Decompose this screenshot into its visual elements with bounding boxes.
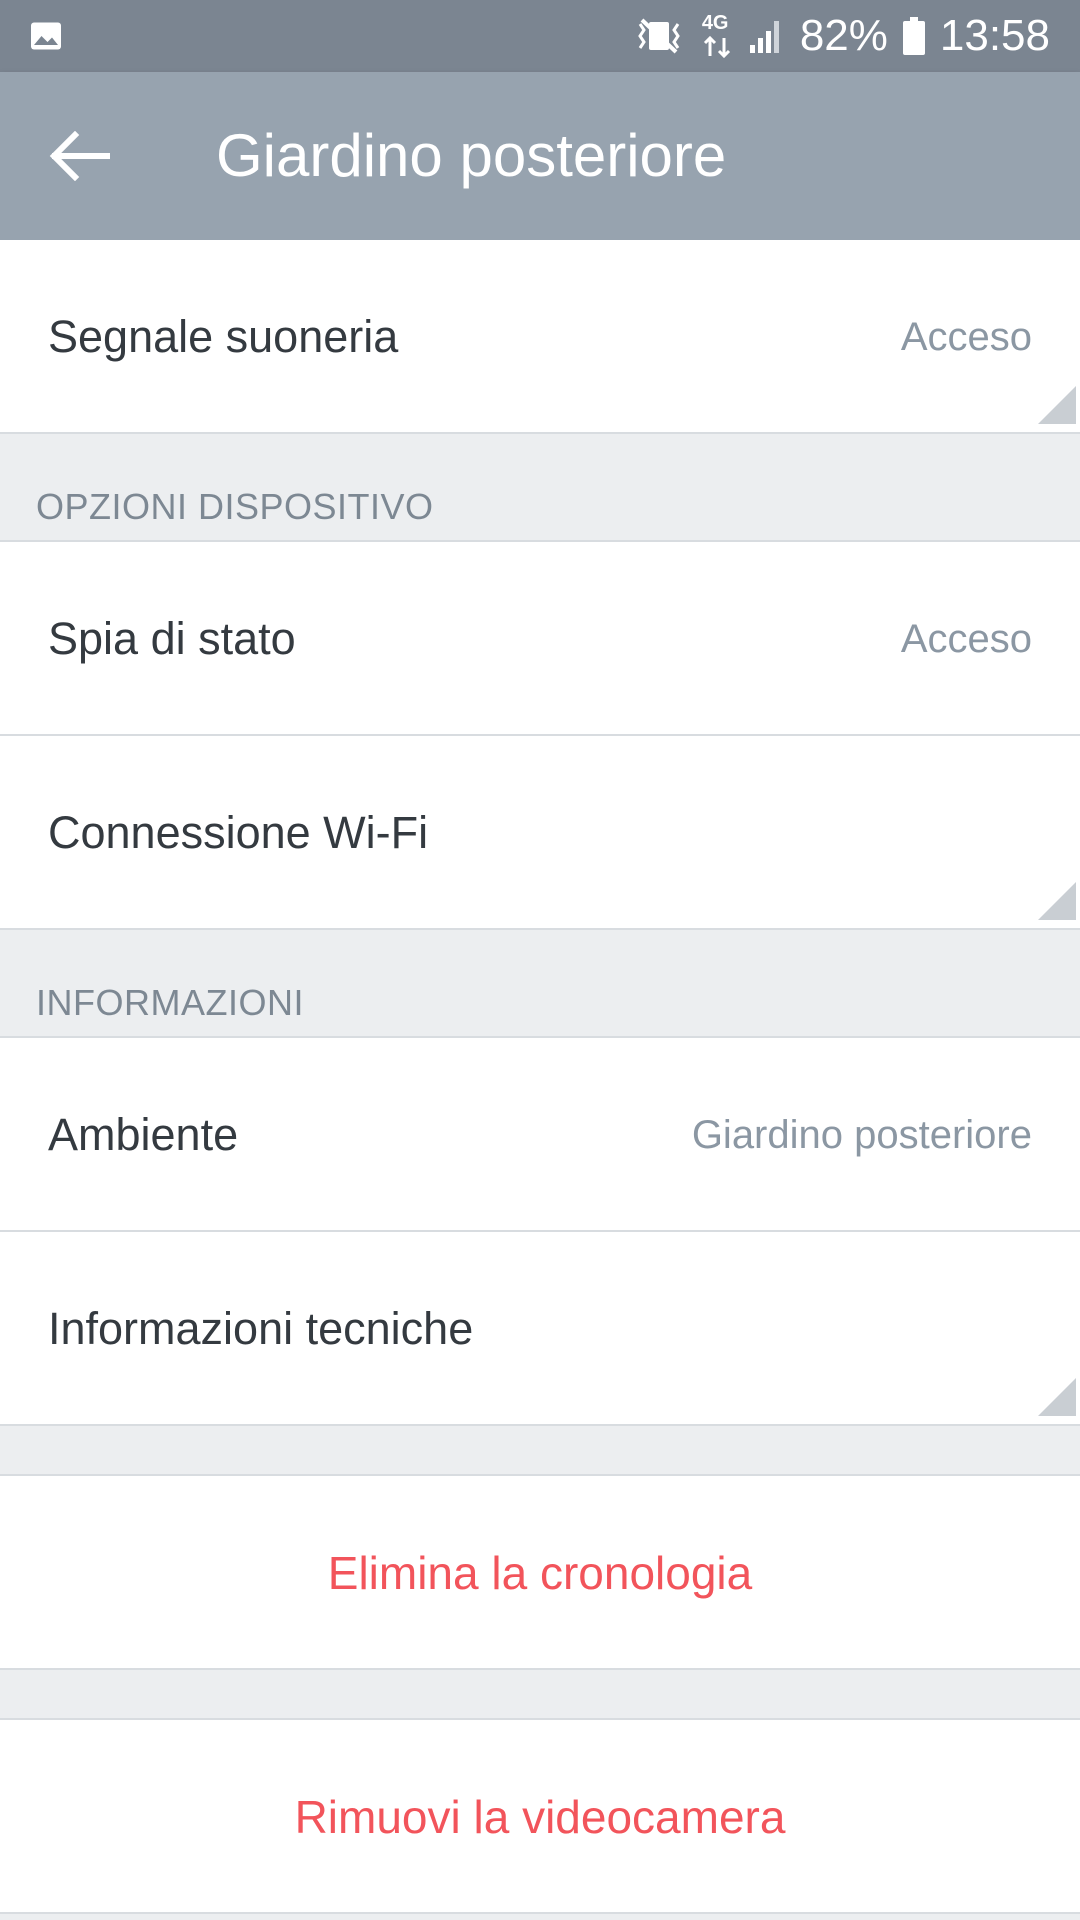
ring-signal-row[interactable]: Segnale suoneria Acceso: [0, 240, 1080, 434]
corner-triangle-icon: [1038, 386, 1076, 424]
battery-icon: [902, 17, 925, 55]
section-header-device-options: OPZIONI DISPOSITIVO: [0, 434, 1080, 542]
arrow-left-icon: [49, 131, 110, 181]
data-arrows-icon: [703, 36, 730, 58]
ring-signal-label: Segnale suoneria: [48, 311, 399, 362]
status-bar: 4G 82% 13:58: [0, 0, 1080, 72]
clear-history-button[interactable]: Elimina la cronologia: [0, 1476, 1080, 1670]
section-title: INFORMAZIONI: [36, 982, 304, 1023]
status-light-row[interactable]: Spia di stato Acceso: [0, 542, 1080, 736]
clear-history-label: Elimina la cronologia: [327, 1547, 753, 1599]
room-label: Ambiente: [48, 1109, 239, 1160]
battery-percent: 82%: [799, 11, 888, 60]
settings-list: Segnale suoneria Acceso OPZIONI DISPOSIT…: [0, 240, 1080, 1914]
section-header-information: INFORMAZIONI: [0, 930, 1080, 1038]
gallery-icon: [31, 22, 61, 50]
page-title: Giardino posteriore: [216, 122, 727, 189]
corner-triangle-icon: [1038, 882, 1076, 920]
technical-info-row[interactable]: Informazioni tecniche: [0, 1232, 1080, 1426]
corner-triangle-icon: [1038, 1378, 1076, 1416]
technical-info-label: Informazioni tecniche: [48, 1303, 474, 1354]
app-bar: Giardino posteriore: [0, 72, 1080, 240]
back-button[interactable]: [40, 116, 120, 196]
wifi-connection-label: Connessione Wi-Fi: [48, 807, 429, 858]
ring-signal-value: Acceso: [900, 315, 1032, 359]
section-title: OPZIONI DISPOSITIVO: [36, 486, 434, 527]
status-light-label: Spia di stato: [48, 613, 296, 664]
wifi-connection-row[interactable]: Connessione Wi-Fi: [0, 736, 1080, 930]
remove-camera-label: Rimuovi la videocamera: [294, 1791, 786, 1843]
network-indicator: 4G: [700, 12, 734, 58]
section-spacer: [0, 1426, 1080, 1476]
room-row[interactable]: Ambiente Giardino posteriore: [0, 1038, 1080, 1232]
vibrate-icon: [638, 18, 680, 54]
room-value: Giardino posteriore: [691, 1113, 1032, 1157]
remove-camera-button[interactable]: Rimuovi la videocamera: [0, 1720, 1080, 1914]
clock: 13:58: [939, 11, 1050, 60]
section-spacer: [0, 1670, 1080, 1720]
network-type-text: 4G: [701, 12, 729, 34]
status-light-value: Acceso: [900, 617, 1032, 661]
signal-icon: [749, 21, 779, 53]
